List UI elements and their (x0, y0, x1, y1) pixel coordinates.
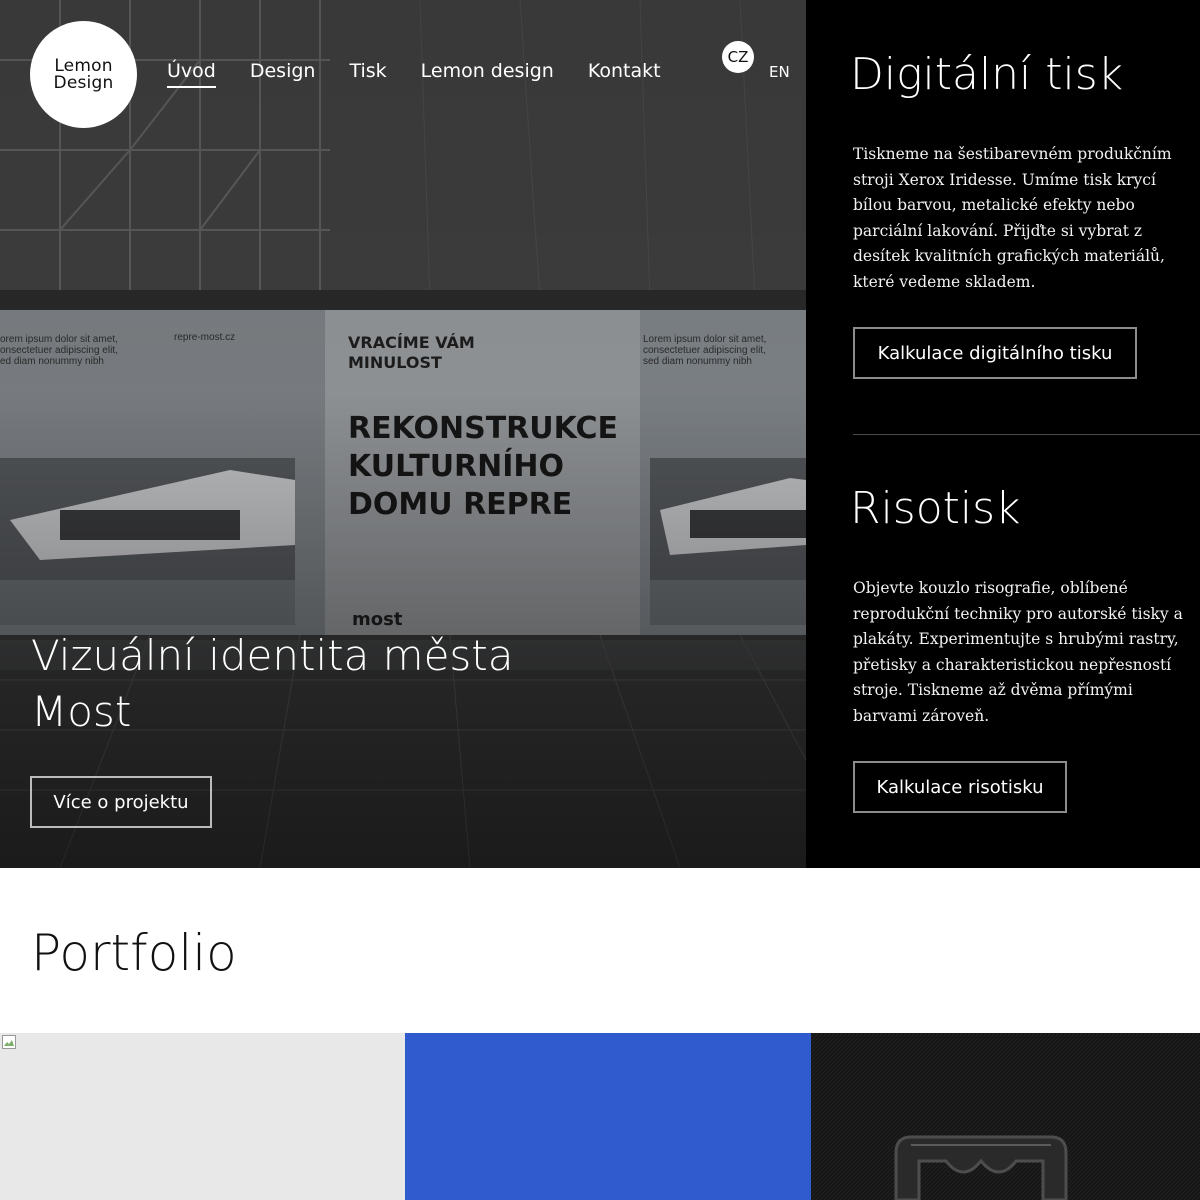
riso-heading: Risotisk (850, 483, 1021, 534)
nav-item-lemon-design[interactable]: Lemon design (421, 60, 554, 88)
portfolio-heading: Portfolio (31, 924, 237, 982)
logo-line-2: Design (53, 72, 114, 93)
lemon-design-logo[interactable]: Lemon Design (30, 21, 137, 128)
riso-text: Objevte kouzlo risografie, oblíbené repr… (853, 579, 1183, 725)
portfolio-tile-1[interactable] (0, 1033, 405, 1200)
hero-section: orem ipsum dolor sit amet, onsectetuer a… (0, 0, 806, 868)
main-nav: Úvod Design Tisk Lemon design Kontakt (167, 60, 695, 88)
nav-item-tisk[interactable]: Tisk (349, 60, 386, 88)
emboss-letter-image (811, 1033, 1200, 1200)
section-divider (853, 434, 1200, 435)
nav-item-kontakt[interactable]: Kontakt (588, 60, 661, 88)
print-services-panel: Digitální tisk Tiskneme na šestibarevném… (806, 0, 1200, 868)
digital-print-calc-button[interactable]: Kalkulace digitálního tisku (853, 327, 1137, 379)
logo-line-1: Lemon (54, 55, 113, 76)
broken-image-icon (2, 1035, 16, 1049)
nav-item-uvod[interactable]: Úvod (167, 60, 216, 88)
digital-print-heading: Digitální tisk (850, 49, 1124, 100)
riso-calc-button[interactable]: Kalkulace risotisku (853, 761, 1067, 813)
portfolio-tile-3[interactable] (811, 1033, 1200, 1200)
portfolio-tile-2[interactable] (405, 1033, 811, 1200)
digital-print-text: Tiskneme na šestibarevném produkčním str… (853, 145, 1172, 291)
hero-title: Vizuální identita města Most (31, 631, 514, 736)
project-more-button[interactable]: Více o projektu (30, 776, 212, 828)
lang-en-link[interactable]: EN (769, 63, 790, 81)
lang-cz-button[interactable]: CZ (722, 41, 754, 73)
nav-item-design[interactable]: Design (250, 60, 316, 88)
